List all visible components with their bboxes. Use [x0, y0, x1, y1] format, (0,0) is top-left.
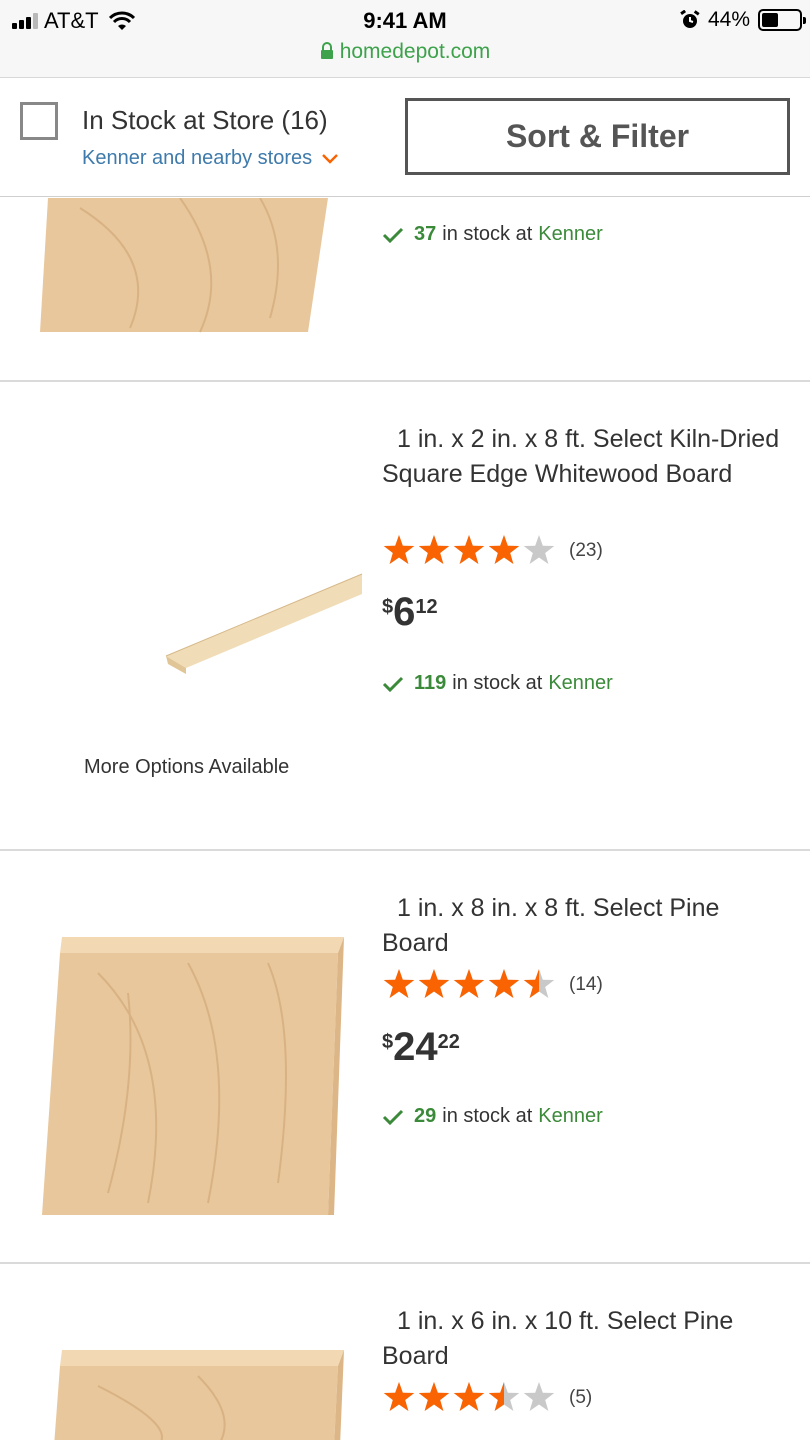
- product-card[interactable]: 1 in. x 6 in. x 10 ft. Select Pine Board…: [0, 1264, 810, 1440]
- price-currency: $: [382, 596, 394, 618]
- star-filled: [383, 969, 415, 998]
- star-empty: [523, 1382, 555, 1411]
- product-image[interactable]: [38, 933, 348, 1217]
- more-options-link[interactable]: More Options Available: [84, 756, 289, 779]
- star-filled: [453, 969, 485, 998]
- star-filled: [383, 535, 415, 564]
- star-empty: [523, 535, 555, 564]
- product-card[interactable]: 37 in stock at Kenner: [0, 198, 810, 382]
- stock-text: in stock at: [442, 223, 533, 245]
- product-card[interactable]: 1 in. x 8 in. x 8 ft. Select Pine Board …: [0, 851, 810, 1264]
- star-filled: [488, 535, 520, 564]
- price-cents: 22: [437, 1031, 460, 1053]
- product-image[interactable]: [38, 1346, 348, 1440]
- price-dollars: 24: [393, 1025, 438, 1069]
- stock-text: in stock at: [452, 672, 543, 694]
- stock-qty: 29: [414, 1105, 437, 1127]
- stock-text: in stock at: [442, 1105, 533, 1127]
- store-selector-link[interactable]: Kenner and nearby stores: [82, 147, 339, 170]
- star-rating-icon: [383, 535, 555, 564]
- stock-qty: 37: [414, 223, 437, 245]
- star-filled: [383, 1382, 415, 1411]
- price-dollars: 6: [393, 590, 416, 634]
- alarm-icon: [680, 10, 700, 28]
- product-image[interactable]: [20, 442, 365, 722]
- product-image[interactable]: [40, 198, 330, 334]
- stock-status: 119 in stock at Kenner: [382, 672, 613, 695]
- product-card[interactable]: 1 in. x 2 in. x 8 ft. Select Kiln-Dried …: [0, 382, 810, 851]
- stock-status: 29 in stock at Kenner: [382, 1105, 603, 1128]
- product-title[interactable]: 1 in. x 6 in. x 10 ft. Select Pine Board: [382, 1304, 782, 1374]
- check-icon: [382, 227, 404, 243]
- product-title[interactable]: 1 in. x 8 in. x 8 ft. Select Pine Board: [382, 891, 782, 961]
- star-filled: [453, 1382, 485, 1411]
- price: $ 24 22: [382, 1027, 460, 1067]
- battery-icon: [758, 9, 806, 31]
- chevron-down-icon: [322, 153, 339, 164]
- rating[interactable]: (14): [382, 968, 603, 1002]
- stock-status: 37 in stock at Kenner: [382, 223, 603, 246]
- star-filled: [453, 535, 485, 564]
- status-bar: AT&T 9:41 AM 44% homedepot.com: [0, 0, 810, 78]
- star-rating-icon: [383, 1382, 555, 1411]
- in-stock-checkbox[interactable]: [20, 102, 58, 140]
- product-title[interactable]: 1 in. x 2 in. x 8 ft. Select Kiln-Dried …: [382, 422, 782, 492]
- review-count[interactable]: (23): [569, 540, 603, 562]
- price-currency: $: [382, 1031, 394, 1053]
- sort-filter-button[interactable]: Sort & Filter: [405, 98, 790, 175]
- stock-store-link[interactable]: Kenner: [548, 672, 613, 695]
- star-filled: [418, 1382, 450, 1411]
- in-stock-label[interactable]: In Stock at Store (16): [82, 105, 328, 136]
- store-link-label: Kenner and nearby stores: [82, 147, 313, 169]
- check-icon: [382, 676, 404, 692]
- url-bar[interactable]: homedepot.com: [0, 40, 810, 64]
- star-filled: [488, 969, 520, 998]
- star-filled: [418, 969, 450, 998]
- star-rating-icon: [383, 969, 555, 998]
- stock-store-link[interactable]: Kenner: [538, 1105, 603, 1128]
- stock-store-link[interactable]: Kenner: [538, 223, 603, 246]
- check-icon: [382, 1109, 404, 1125]
- review-count[interactable]: (14): [569, 974, 603, 996]
- stock-qty: 119: [414, 672, 447, 694]
- url-text: homedepot.com: [339, 40, 491, 63]
- rating[interactable]: (23): [382, 534, 603, 568]
- star-filled: [418, 535, 450, 564]
- rating[interactable]: (5): [382, 1381, 592, 1415]
- lock-icon: [320, 42, 333, 59]
- filter-bar: In Stock at Store (16) Kenner and nearby…: [0, 79, 810, 197]
- price: $ 6 12: [382, 592, 438, 632]
- battery-percent: 44%: [707, 8, 750, 31]
- review-count[interactable]: (5): [569, 1387, 592, 1409]
- status-right: 44%: [680, 8, 806, 32]
- price-cents: 12: [415, 596, 438, 618]
